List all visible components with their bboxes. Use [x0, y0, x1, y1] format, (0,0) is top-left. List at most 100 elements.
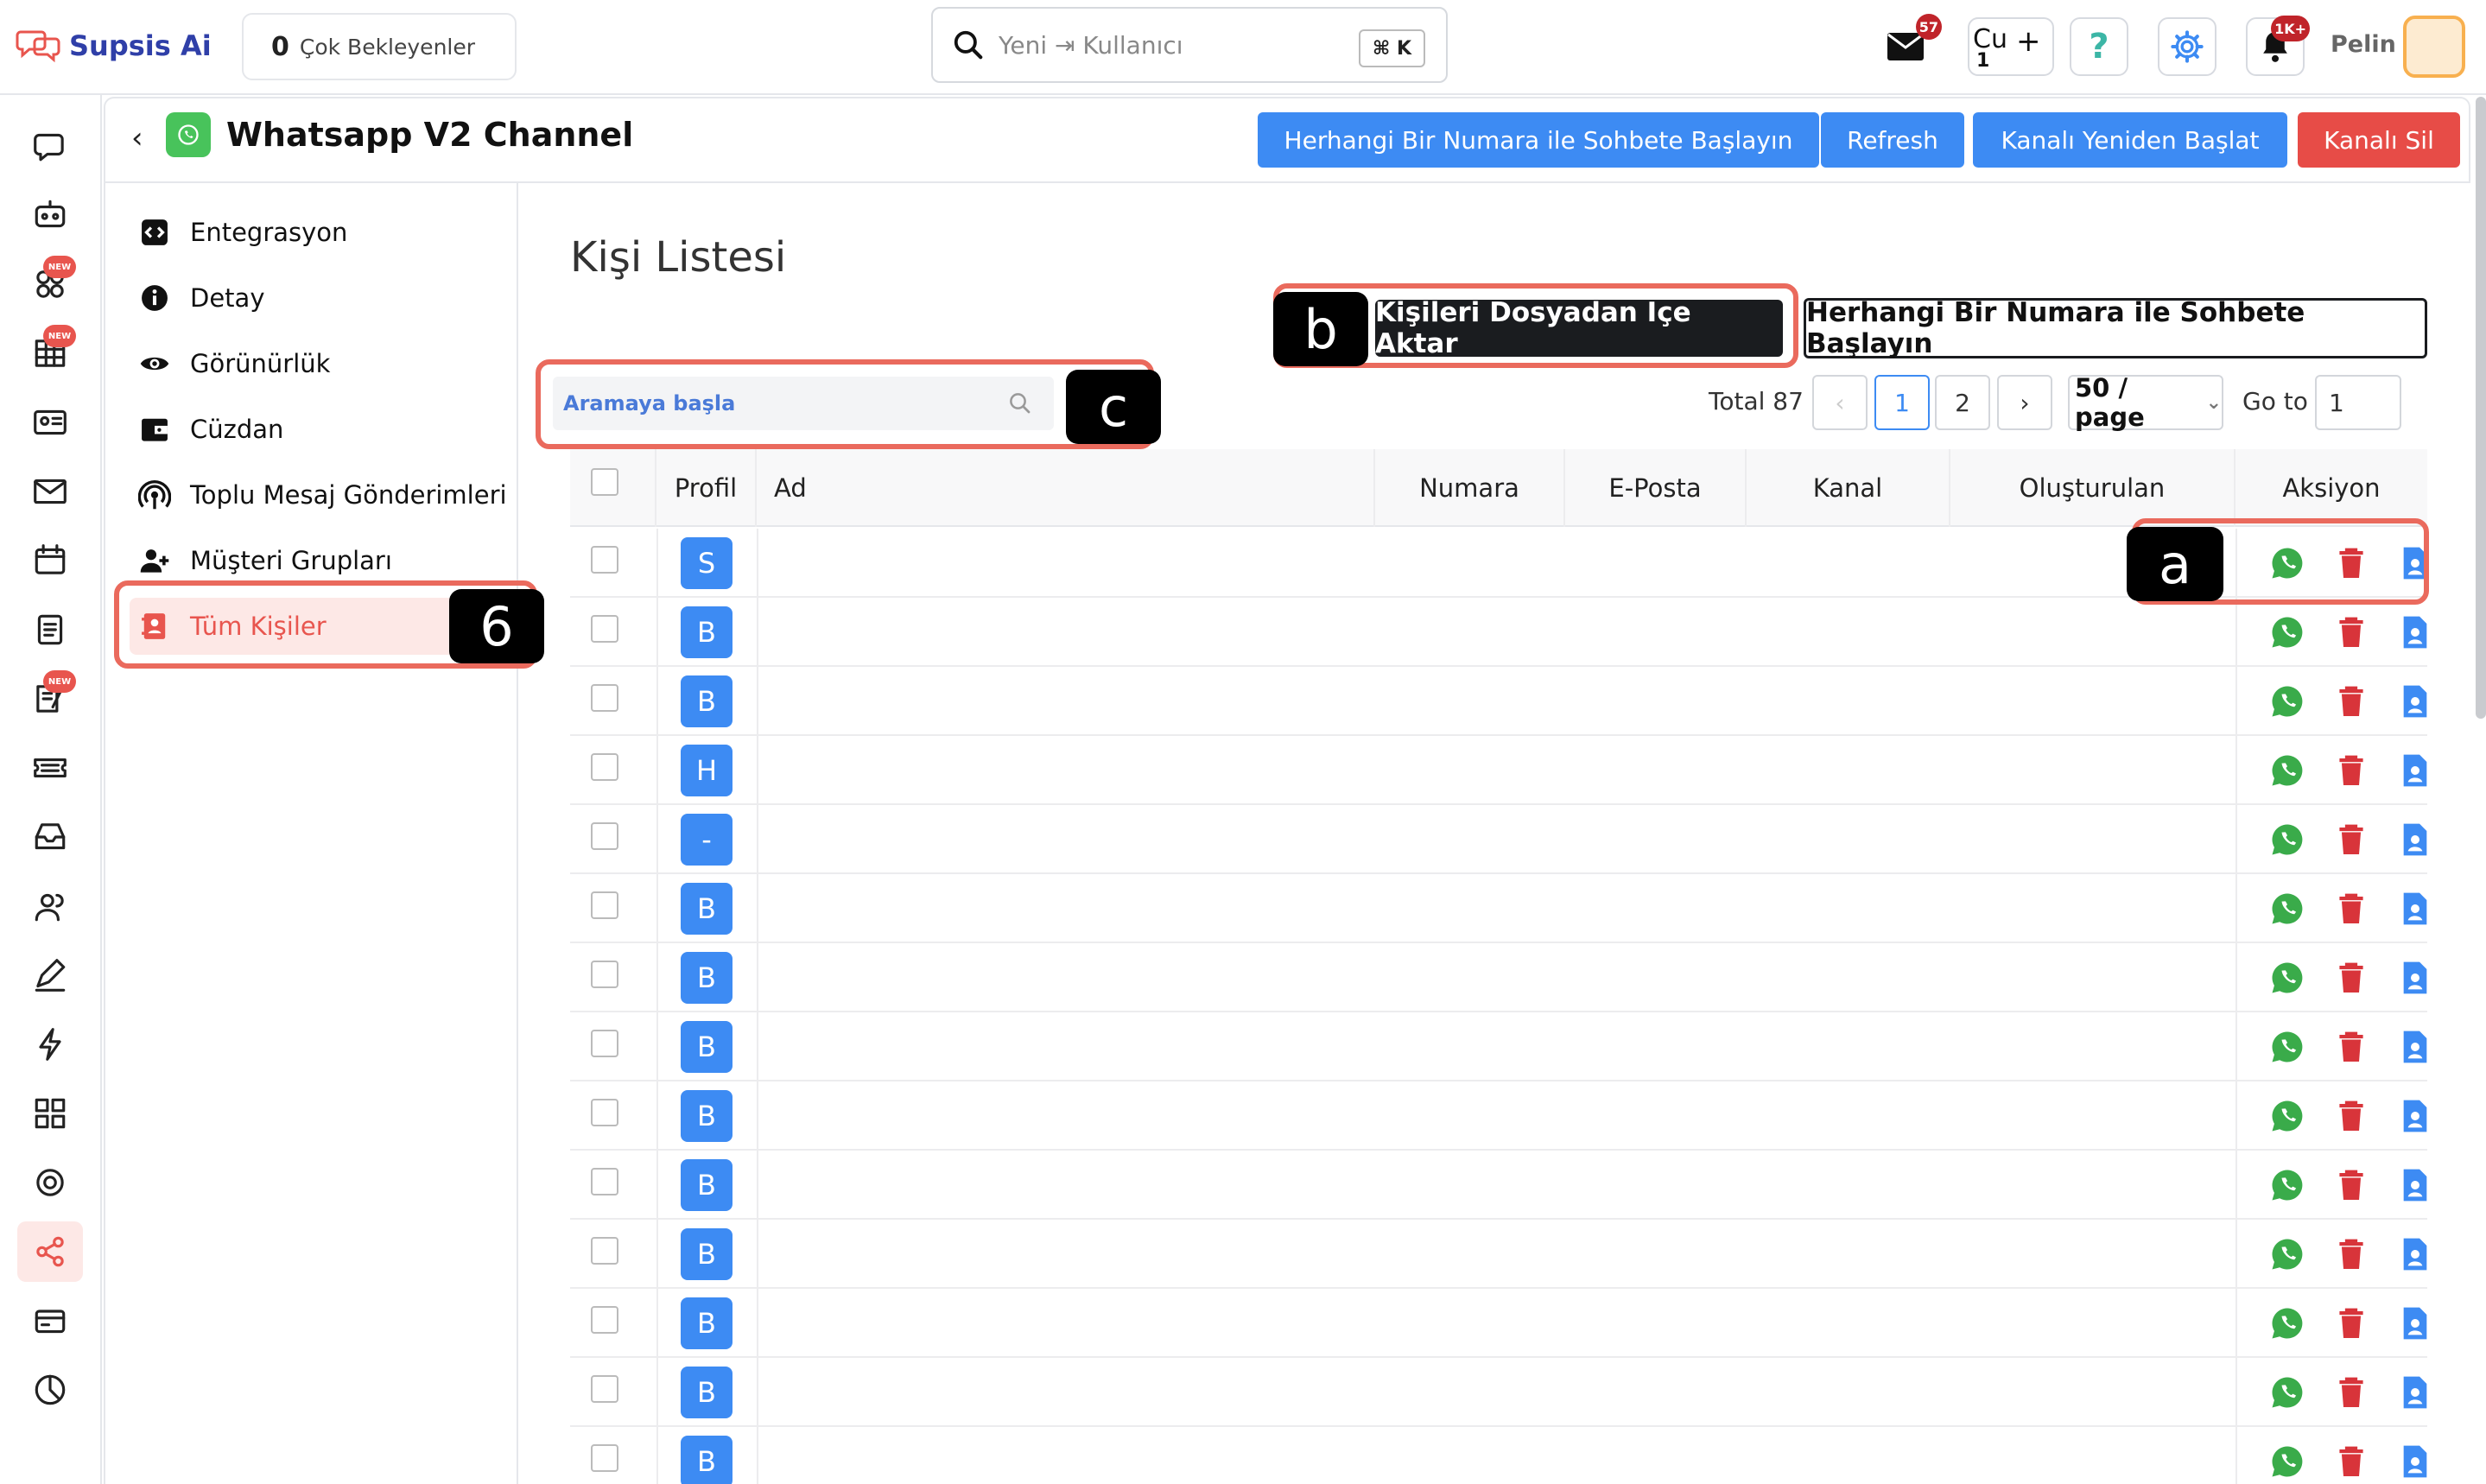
- contact-detail-icon[interactable]: [2396, 752, 2427, 790]
- trash-icon[interactable]: [2332, 890, 2370, 928]
- table-row[interactable]: B: [570, 1358, 2427, 1427]
- rail-payment[interactable]: [17, 1291, 83, 1351]
- trash-icon[interactable]: [2332, 752, 2370, 790]
- row-checkbox[interactable]: [591, 1030, 618, 1057]
- subnav-item-0[interactable]: Entegrasyon: [130, 204, 510, 261]
- contact-detail-icon[interactable]: [2396, 1373, 2427, 1411]
- rail-calendar[interactable]: [17, 530, 83, 591]
- contact-detail-icon[interactable]: [2396, 613, 2427, 651]
- row-checkbox[interactable]: [591, 822, 618, 850]
- user-name[interactable]: Pelin: [2331, 31, 2396, 58]
- rail-chat[interactable]: [17, 116, 83, 176]
- whatsapp-icon[interactable]: [2268, 1028, 2306, 1066]
- goto-page-input[interactable]: 1: [2315, 375, 2401, 430]
- whatsapp-icon[interactable]: [2268, 1443, 2306, 1481]
- row-checkbox[interactable]: [591, 1375, 618, 1403]
- whatsapp-icon[interactable]: [2268, 890, 2306, 928]
- table-row[interactable]: B: [570, 667, 2427, 736]
- contact-detail-icon[interactable]: [2396, 821, 2427, 859]
- trash-icon[interactable]: [2332, 1166, 2370, 1204]
- rail-integrations[interactable]: NEW: [17, 254, 83, 314]
- table-row[interactable]: B: [570, 1012, 2427, 1081]
- settings-button[interactable]: [2158, 17, 2216, 76]
- rail-flash[interactable]: [17, 1014, 83, 1075]
- contact-detail-icon[interactable]: [2396, 682, 2427, 720]
- whatsapp-icon[interactable]: [2268, 1166, 2306, 1204]
- contact-detail-icon[interactable]: [2396, 959, 2427, 997]
- whatsapp-icon[interactable]: [2268, 1304, 2306, 1342]
- agent-status-button[interactable]: Cu + 1: [1968, 17, 2054, 76]
- contact-detail-icon[interactable]: [2396, 1028, 2427, 1066]
- trash-icon[interactable]: [2332, 1028, 2370, 1066]
- trash-icon[interactable]: [2332, 682, 2370, 720]
- page-scrollbar[interactable]: [2476, 97, 2486, 719]
- row-checkbox[interactable]: [591, 1306, 618, 1334]
- subnav-item-3[interactable]: Cüzdan: [130, 401, 510, 458]
- rail-inbox[interactable]: [17, 807, 83, 867]
- row-checkbox[interactable]: [591, 961, 618, 988]
- trash-icon[interactable]: [2332, 1235, 2370, 1273]
- global-search-input[interactable]: Yeni ⇥ Kullanıcı ⌘ K: [931, 7, 1448, 83]
- help-button[interactable]: ?: [2070, 17, 2128, 76]
- next-page-button[interactable]: ›: [1997, 375, 2052, 430]
- table-row[interactable]: H: [570, 736, 2427, 805]
- contact-detail-icon[interactable]: [2396, 1304, 2427, 1342]
- trash-icon[interactable]: [2332, 613, 2370, 651]
- select-all-checkbox[interactable]: [591, 468, 618, 496]
- row-checkbox[interactable]: [591, 1444, 618, 1472]
- trash-icon[interactable]: [2332, 821, 2370, 859]
- start-chat-button[interactable]: Herhangi Bir Numara ile Sohbete Başlayın: [1804, 297, 2427, 359]
- table-row[interactable]: B: [570, 1289, 2427, 1358]
- app-logo[interactable]: Supsis Ai: [16, 24, 212, 67]
- trash-icon[interactable]: [2332, 959, 2370, 997]
- mail-button[interactable]: 57: [1876, 14, 1942, 76]
- row-checkbox[interactable]: [591, 1099, 618, 1126]
- row-checkbox[interactable]: [591, 1237, 618, 1265]
- page-2-button[interactable]: 2: [1935, 375, 1990, 430]
- row-checkbox[interactable]: [591, 891, 618, 919]
- row-checkbox[interactable]: [591, 546, 618, 574]
- whatsapp-icon[interactable]: [2268, 752, 2306, 790]
- row-checkbox[interactable]: [591, 1168, 618, 1195]
- whatsapp-icon[interactable]: [2268, 959, 2306, 997]
- table-row[interactable]: B: [570, 1427, 2427, 1484]
- whatsapp-icon[interactable]: [2268, 1373, 2306, 1411]
- trash-icon[interactable]: [2332, 1304, 2370, 1342]
- refresh-button[interactable]: Refresh: [1821, 112, 1964, 168]
- rail-list[interactable]: [17, 599, 83, 660]
- rail-report[interactable]: [17, 1360, 83, 1420]
- restart-channel-button[interactable]: Kanalı Yeniden Başlat: [1973, 112, 2287, 168]
- rail-bot[interactable]: [17, 185, 83, 245]
- whatsapp-icon[interactable]: [2268, 1097, 2306, 1135]
- row-checkbox[interactable]: [591, 615, 618, 643]
- avatar[interactable]: [2403, 16, 2465, 78]
- trash-icon[interactable]: [2332, 1373, 2370, 1411]
- rail-apps[interactable]: [17, 1083, 83, 1144]
- start-chat-header-button[interactable]: Herhangi Bir Numara ile Sohbete Başlayın: [1258, 112, 1819, 168]
- whatsapp-icon[interactable]: [2268, 1235, 2306, 1273]
- rail-table[interactable]: NEW: [17, 323, 83, 384]
- rail-notes[interactable]: NEW: [17, 669, 83, 729]
- table-row[interactable]: B: [570, 874, 2427, 943]
- whatsapp-icon[interactable]: [2268, 682, 2306, 720]
- contact-detail-icon[interactable]: [2396, 1166, 2427, 1204]
- import-contacts-button[interactable]: Kişileri Dosyadan İçe Aktar: [1375, 297, 1783, 359]
- contact-detail-icon[interactable]: [2396, 890, 2427, 928]
- back-arrow-icon[interactable]: ‹: [131, 121, 143, 155]
- table-row[interactable]: B: [570, 1220, 2427, 1289]
- rail-ticket[interactable]: [17, 738, 83, 798]
- rail-contact-card[interactable]: [17, 392, 83, 453]
- table-row[interactable]: -: [570, 805, 2427, 874]
- delete-channel-button[interactable]: Kanalı Sil: [2298, 112, 2460, 168]
- trash-icon[interactable]: [2332, 1097, 2370, 1135]
- pending-chats-button[interactable]: 0 Çok Bekleyenler: [242, 13, 517, 80]
- row-checkbox[interactable]: [591, 684, 618, 712]
- subnav-item-1[interactable]: Detay: [130, 270, 510, 327]
- rail-settings[interactable]: [17, 1152, 83, 1213]
- whatsapp-icon[interactable]: [2268, 613, 2306, 651]
- subnav-item-2[interactable]: Görünürlük: [130, 335, 510, 392]
- prev-page-button[interactable]: ‹: [1812, 375, 1868, 430]
- rail-mail[interactable]: [17, 461, 83, 522]
- trash-icon[interactable]: [2332, 1443, 2370, 1481]
- rail-share[interactable]: [17, 1221, 83, 1282]
